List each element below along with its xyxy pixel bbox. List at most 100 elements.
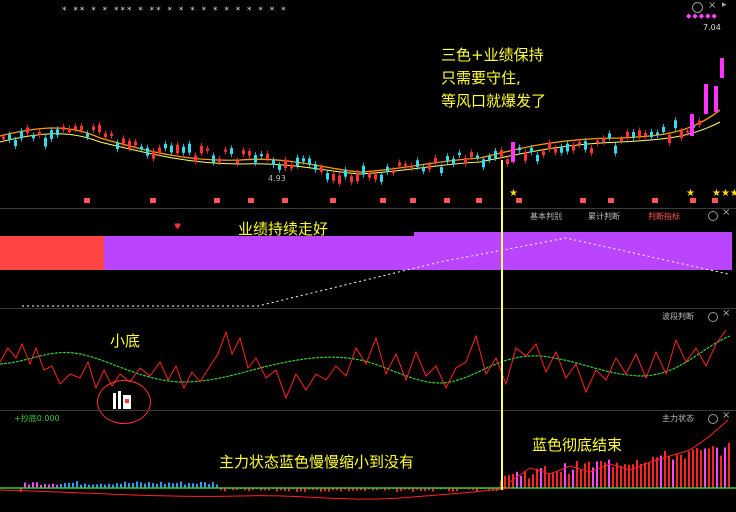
histogram-bar <box>24 482 26 488</box>
histogram-bar <box>552 472 554 488</box>
perf-tab-3[interactable]: 判断指标 <box>648 211 680 222</box>
histogram-bar <box>576 461 578 488</box>
low-price-label: 4.93 <box>268 174 286 183</box>
ma-short-line <box>0 109 721 173</box>
perf-tab-2[interactable]: 累计判断 <box>588 211 620 222</box>
histogram-bar <box>708 448 710 488</box>
signal-marker <box>410 198 416 203</box>
histogram-bar <box>720 455 722 488</box>
signal-marker <box>608 198 614 203</box>
perf-tab-1[interactable]: 基本判别 <box>530 211 562 222</box>
histogram-bar <box>508 475 510 488</box>
osc-green-line <box>0 335 731 384</box>
spike-candle <box>511 142 515 162</box>
histogram-bar <box>628 464 630 488</box>
signal-marker <box>516 198 522 203</box>
histogram-bar <box>132 482 134 488</box>
histogram-bar <box>32 482 34 488</box>
histogram-bar <box>532 474 534 488</box>
histogram-bar <box>560 471 562 488</box>
close-icon[interactable]: × <box>708 0 716 11</box>
histogram-bar <box>528 478 530 488</box>
histogram-bar <box>564 463 566 488</box>
histogram-bar <box>124 481 126 488</box>
signal-marker <box>380 198 386 203</box>
histogram-bar <box>680 454 682 488</box>
highlight-vertical-line <box>501 160 503 490</box>
perf-dotted-line <box>22 237 729 307</box>
histogram-bar <box>72 482 74 488</box>
ma-long-line <box>0 121 721 175</box>
signal-marker <box>444 198 450 203</box>
osc-panel-divider <box>0 410 736 411</box>
histogram-bar <box>668 455 670 488</box>
histogram-bar <box>672 459 674 488</box>
expand-icon[interactable]: ▸ <box>722 0 727 10</box>
histogram-bar <box>632 464 634 488</box>
signal-marker <box>580 198 586 203</box>
signal-star: ★★★ <box>712 188 736 199</box>
close-icon[interactable]: × <box>722 207 730 218</box>
signal-marker <box>690 198 696 203</box>
signal-marker <box>248 198 254 203</box>
histogram-bar <box>724 447 726 488</box>
histogram-bar <box>704 448 706 488</box>
histogram-bar <box>136 481 138 488</box>
high-price-label: 7.04 <box>703 23 721 32</box>
main-force-chart <box>0 419 736 500</box>
settings-icon[interactable] <box>708 211 718 221</box>
histogram-bar <box>76 481 78 488</box>
pink-markers: ◆◆◆◆◆ <box>686 12 718 20</box>
signal-marker <box>476 198 482 203</box>
histogram-bar <box>600 461 602 488</box>
histogram-bar <box>644 462 646 488</box>
signal-marker <box>330 198 336 203</box>
histogram-bar <box>584 463 586 488</box>
signal-marker <box>282 198 288 203</box>
histogram-bar <box>656 457 658 488</box>
signal-marker <box>150 198 156 203</box>
histogram-bar <box>624 464 626 488</box>
histogram-bar <box>716 447 718 488</box>
histogram-bar <box>612 467 614 488</box>
histogram-bar <box>148 482 150 488</box>
small-bottom-bars-icon <box>113 391 133 409</box>
spike-candle <box>720 58 724 78</box>
histogram-bar <box>660 455 662 488</box>
price-panel-divider <box>0 208 736 209</box>
signal-marker <box>214 198 220 203</box>
histogram-bar <box>168 482 170 488</box>
histogram-bar <box>548 474 550 488</box>
histogram-bar <box>648 462 650 488</box>
histogram-bar <box>728 442 730 488</box>
histogram-bar <box>68 482 70 488</box>
perf-panel-divider <box>0 308 736 309</box>
histogram-bar <box>712 446 714 488</box>
histogram-bar <box>536 468 538 488</box>
histogram-bar <box>580 469 582 488</box>
signal-marker <box>84 198 90 203</box>
histogram-bar <box>696 448 698 488</box>
histogram-bar <box>200 481 202 488</box>
histogram-bar <box>140 482 142 488</box>
signal-star: ★ <box>509 188 518 199</box>
histogram-bar <box>640 463 642 488</box>
histogram-bar <box>596 461 598 488</box>
signal-marker <box>712 198 718 203</box>
histogram-bar <box>544 465 546 488</box>
histogram-bar <box>212 482 214 488</box>
spike-candle <box>714 86 718 112</box>
histogram-bar <box>160 481 162 488</box>
histogram-bar <box>520 475 522 488</box>
histogram-bar <box>572 469 574 488</box>
histogram-bar <box>688 451 690 488</box>
histogram-bar <box>36 482 38 488</box>
main-red-zigzag <box>509 419 729 483</box>
signal-marker <box>652 198 658 203</box>
histogram-bar <box>524 471 526 488</box>
histogram-bar <box>700 450 702 488</box>
annotation-top-line1: 三色+业绩保持 <box>441 46 544 64</box>
histogram-bar <box>180 481 182 488</box>
annotation-top-line3: 等风口就爆发了 <box>441 92 547 110</box>
histogram-bar <box>568 473 570 488</box>
